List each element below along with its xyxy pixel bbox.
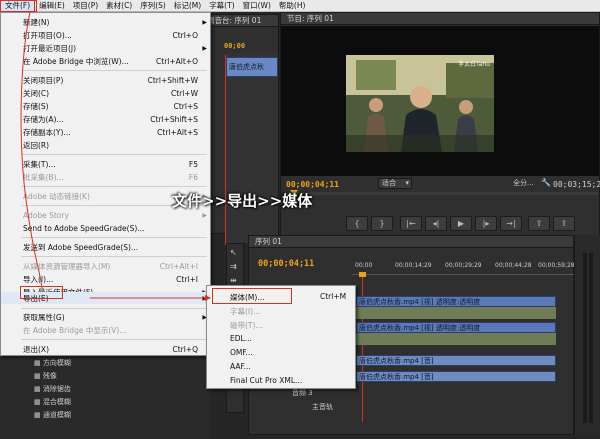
premiere-window: 文件(F) 编辑(E) 项目(P) 素材(C) 序列(S) 标记(M) 字幕(T… [0,0,600,439]
annotation-arrows [20,11,211,301]
tutorial-caption: 文件>>导出>>媒体 [172,192,313,210]
